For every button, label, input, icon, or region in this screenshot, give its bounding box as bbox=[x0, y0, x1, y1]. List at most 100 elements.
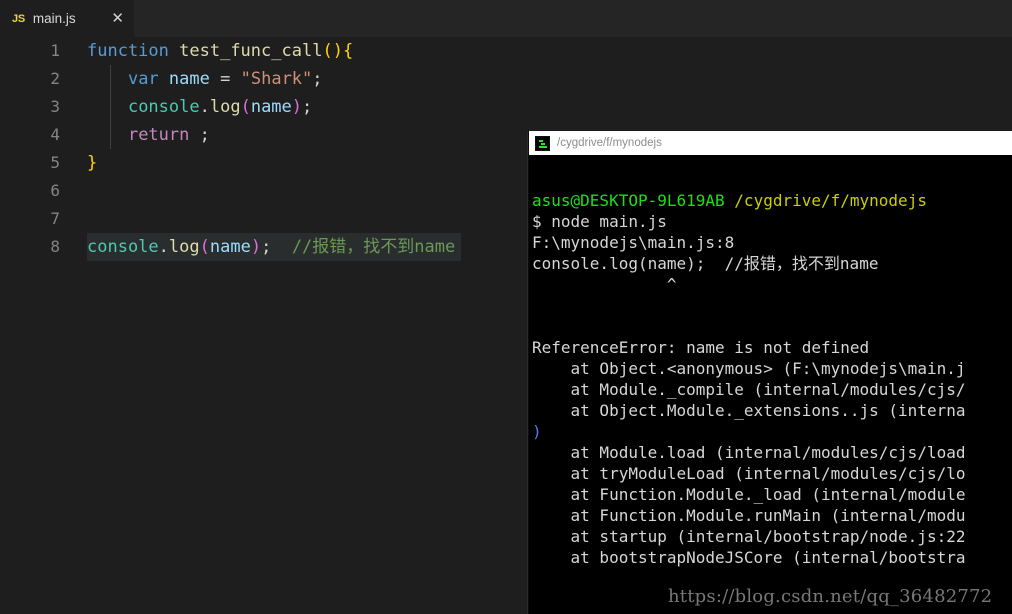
terminal-line: at Module._compile (internal/modules/cjs… bbox=[532, 379, 1012, 400]
line-number: 4 bbox=[50, 125, 60, 144]
code-line[interactable]: 2 var name = "Shark"; bbox=[0, 65, 1012, 93]
code-token: . bbox=[199, 97, 210, 117]
code-token: ( bbox=[240, 97, 251, 117]
line-number: 1 bbox=[50, 41, 60, 60]
line-number: 6 bbox=[50, 181, 60, 200]
line-number: 7 bbox=[50, 209, 60, 228]
terminal-line: at Module.load (internal/modules/cjs/loa… bbox=[532, 442, 1012, 463]
terminal-line: at bootstrapNodeJSCore (internal/bootstr… bbox=[532, 547, 1012, 568]
code-token: ( bbox=[322, 41, 333, 61]
code-token: ) bbox=[250, 237, 262, 257]
line-text: function test_func_call(){ bbox=[87, 37, 353, 65]
terminal-text: at Function.Module.runMain (internal/mod… bbox=[532, 506, 966, 525]
terminal-text: asus@DESKTOP-9L619AB bbox=[532, 191, 725, 210]
code-token: ; bbox=[189, 125, 210, 145]
line-text: console.log(name); //报错，找不到name bbox=[87, 233, 462, 261]
code-token: name bbox=[250, 97, 292, 117]
code-token: = bbox=[220, 69, 231, 89]
code-token: console bbox=[127, 97, 200, 117]
code-token: return bbox=[127, 125, 190, 145]
code-token: . bbox=[158, 237, 169, 257]
editor-tab-bar: JS main.js ✕ bbox=[0, 0, 1012, 37]
code-token: ; bbox=[261, 237, 272, 257]
line-text: console.log(name); bbox=[87, 93, 312, 121]
terminal-text: /cygdrive/f/mynodejs bbox=[734, 191, 927, 210]
terminal-line: at Function.Module.runMain (internal/mod… bbox=[532, 505, 1012, 526]
terminal-line: ReferenceError: name is not defined bbox=[532, 337, 1012, 358]
code-token: ) bbox=[332, 41, 343, 61]
cygwin-terminal-icon bbox=[535, 135, 550, 151]
terminal-text: ^ bbox=[532, 275, 677, 294]
code-token: ) bbox=[291, 97, 303, 117]
terminal-text: $ node main.js bbox=[532, 212, 667, 231]
code-token: //报错，找不到name bbox=[291, 237, 456, 257]
close-icon[interactable]: ✕ bbox=[111, 11, 124, 26]
code-token: name bbox=[168, 69, 210, 89]
code-token: log bbox=[209, 97, 241, 117]
code-line[interactable]: 3 console.log(name); bbox=[0, 93, 1012, 121]
terminal-line: at Object.Module._extensions..js (intern… bbox=[532, 400, 1012, 421]
code-token: ; bbox=[312, 69, 323, 89]
terminal-line: $ node main.js bbox=[532, 211, 1012, 232]
terminal-line: at Object.<anonymous> (F:\mynodejs\main.… bbox=[532, 358, 1012, 379]
code-token: console bbox=[87, 237, 159, 257]
terminal-line: at startup (internal/bootstrap/node.js:2… bbox=[532, 526, 1012, 547]
terminal-text: F:\mynodejs\main.js:8 bbox=[532, 233, 735, 252]
terminal-text: at Module.load (internal/modules/cjs/loa… bbox=[532, 443, 966, 462]
terminal-text: at Object.<anonymous> (F:\mynodejs\main.… bbox=[532, 359, 966, 378]
line-number: 5 bbox=[50, 153, 60, 172]
terminal-text: ReferenceError: name is not defined bbox=[532, 338, 870, 357]
tab-label: main.js bbox=[32, 11, 76, 26]
terminal-output[interactable]: asus@DESKTOP-9L619AB /cygdrive/f/mynodej… bbox=[529, 155, 1012, 614]
code-token: "Shark" bbox=[240, 69, 313, 89]
terminal-text: at Function.Module._load (internal/modul… bbox=[532, 485, 966, 504]
line-text: } bbox=[87, 149, 97, 177]
terminal-text: at bootstrapNodeJSCore (internal/bootstr… bbox=[532, 548, 966, 567]
terminal-line: ) bbox=[532, 421, 1012, 442]
terminal-text: at tryModuleLoad (internal/modules/cjs/l… bbox=[532, 464, 966, 483]
cygwin-terminal-window[interactable]: /cygdrive/f/mynodejs asus@DESKTOP-9L619A… bbox=[528, 131, 1012, 614]
line-number: 8 bbox=[50, 237, 60, 256]
code-token: var bbox=[127, 69, 159, 89]
code-token: ( bbox=[199, 237, 210, 257]
terminal-text: at startup (internal/bootstrap/node.js:2… bbox=[532, 527, 966, 546]
code-token: log bbox=[168, 237, 200, 257]
terminal-line: asus@DESKTOP-9L619AB /cygdrive/f/mynodej… bbox=[532, 190, 1012, 211]
line-text: var name = "Shark"; bbox=[87, 65, 323, 93]
terminal-line: console.log(name); //报错，找不到name bbox=[532, 253, 1012, 274]
terminal-text: at Object.Module._extensions..js (intern… bbox=[532, 401, 966, 420]
line-number: 2 bbox=[50, 69, 60, 88]
line-number: 3 bbox=[50, 97, 60, 116]
code-line[interactable]: 1 function test_func_call(){ bbox=[0, 37, 1012, 65]
terminal-line: at Function.Module._load (internal/modul… bbox=[532, 484, 1012, 505]
code-token: function bbox=[87, 41, 169, 61]
terminal-title-text: /cygdrive/f/mynodejs bbox=[557, 137, 662, 149]
javascript-file-icon: JS bbox=[12, 12, 25, 25]
code-token: ; bbox=[302, 97, 313, 117]
code-token: test_func_call bbox=[179, 41, 323, 61]
terminal-text: console.log(name); //报错，找不到name bbox=[532, 254, 879, 273]
code-token: { bbox=[342, 41, 354, 61]
terminal-text: ) bbox=[532, 422, 542, 441]
terminal-line: ^ bbox=[532, 274, 1012, 295]
terminal-text: at Module._compile (internal/modules/cjs… bbox=[532, 380, 966, 399]
terminal-line: F:\mynodejs\main.js:8 bbox=[532, 232, 1012, 253]
tab-main-js[interactable]: JS main.js ✕ bbox=[0, 0, 135, 37]
code-token: name bbox=[209, 237, 251, 257]
code-token: } bbox=[87, 153, 98, 173]
csdn-watermark: https://blog.csdn.net/qq_36482772 bbox=[668, 586, 993, 607]
line-text: return ; bbox=[87, 121, 210, 149]
terminal-title-bar[interactable]: /cygdrive/f/mynodejs bbox=[529, 131, 1012, 155]
